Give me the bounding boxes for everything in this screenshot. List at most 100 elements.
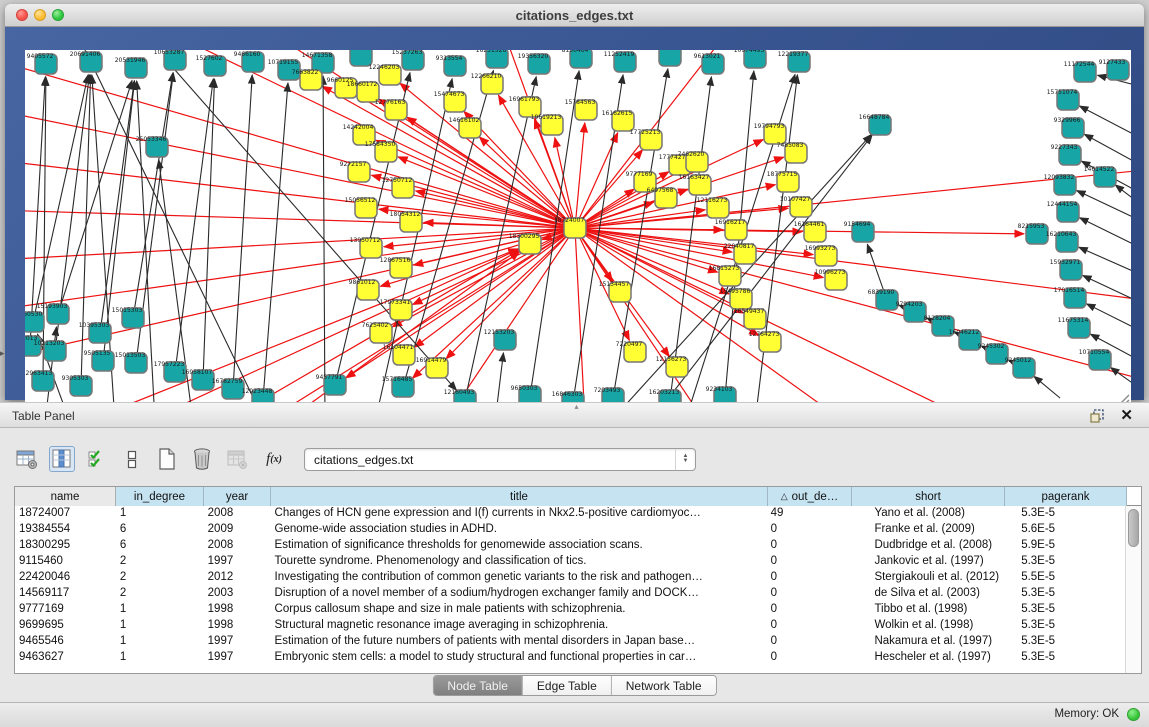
graph-node-19794793[interactable]: 19794793 bbox=[754, 123, 786, 144]
graph-node-15474673[interactable]: 15474673 bbox=[434, 91, 466, 112]
table-body[interactable]: 1872400712008Changes of HCN gene express… bbox=[15, 506, 1125, 673]
tab-edge-table[interactable]: Edge Table bbox=[523, 676, 612, 695]
graph-node-20260530[interactable]: 20260530 bbox=[25, 311, 44, 332]
graph-node-7515526[interactable]: 7515526 bbox=[342, 50, 372, 66]
graph-node-16549437[interactable]: 16549437 bbox=[734, 308, 766, 329]
citation-edge-black[interactable] bbox=[133, 73, 173, 318]
panel-drag-handle[interactable]: ▴ bbox=[575, 402, 579, 411]
graph-node-17016514[interactable]: 17016514 bbox=[1054, 287, 1086, 308]
graph-node-12750712[interactable]: 12750712 bbox=[382, 177, 414, 198]
show-columns-icon[interactable] bbox=[49, 446, 75, 472]
network-canvas[interactable]: 9405572206914062053194610653287152760294… bbox=[25, 50, 1131, 408]
column-header-pagerank[interactable]: pagerank bbox=[1005, 487, 1127, 506]
graph-node-19619213[interactable]: 19619213 bbox=[531, 114, 563, 135]
graph-node-9245012[interactable]: 9245012 bbox=[1005, 357, 1035, 378]
graph-node-9227343[interactable]: 9227343 bbox=[1051, 144, 1081, 165]
graph-node-15134457[interactable]: 15134457 bbox=[599, 281, 631, 302]
graph-node-20531946[interactable]: 20531946 bbox=[115, 57, 147, 78]
citation-network-graph[interactable]: 9405572206914062053194610653287152760294… bbox=[25, 50, 1131, 408]
graph-node-16914479[interactable]: 16914479 bbox=[416, 357, 448, 378]
graph-node-15751074[interactable]: 15751074 bbox=[1047, 89, 1079, 110]
citation-edge-black[interactable] bbox=[1087, 304, 1131, 328]
graph-node-9613021[interactable]: 9613021 bbox=[694, 53, 724, 74]
graph-node-8130464[interactable]: 8130464 bbox=[562, 50, 592, 68]
graph-node-16640910[interactable]: 16640910 bbox=[649, 50, 681, 66]
graph-node-10710554[interactable]: 10710554 bbox=[1079, 349, 1111, 370]
graph-node-14614522[interactable]: 14614522 bbox=[1084, 166, 1116, 187]
citation-edge-black[interactable] bbox=[100, 81, 134, 333]
graph-node-15716485[interactable]: 15716485 bbox=[382, 376, 414, 397]
graph-node-10653287[interactable]: 10653287 bbox=[154, 50, 186, 70]
table-row[interactable]: 911546021997Tourette syndrome. Phenomeno… bbox=[15, 554, 1125, 570]
citation-edge-red[interactable] bbox=[25, 228, 575, 260]
table-row[interactable]: 946362711997Embryonic stem cells: a mode… bbox=[15, 650, 1125, 666]
column-header-out_degree[interactable]: △out_de… bbox=[768, 487, 852, 506]
column-header-in_degree[interactable]: in_degree bbox=[116, 487, 204, 506]
graph-node-22040817[interactable]: 22040817 bbox=[724, 243, 756, 264]
graph-node-9794203[interactable]: 9794203 bbox=[896, 301, 926, 322]
citation-edge-black[interactable] bbox=[1080, 106, 1131, 135]
graph-node-16958107[interactable]: 16958107 bbox=[182, 369, 214, 390]
citation-edge-black[interactable] bbox=[43, 77, 46, 381]
graph-node-7485083[interactable]: 7485083 bbox=[777, 142, 807, 163]
citation-edge-black[interactable] bbox=[1034, 376, 1060, 398]
table-selector-dropdown[interactable]: citations_edges.txt ▲▼ bbox=[304, 448, 696, 471]
citation-edge-red[interactable] bbox=[25, 228, 575, 310]
column-header-short[interactable]: short bbox=[852, 487, 1005, 506]
table-row[interactable]: 969969511998Structural magnetic resonanc… bbox=[15, 618, 1125, 634]
citation-edge-black[interactable] bbox=[495, 353, 503, 408]
new-file-icon[interactable] bbox=[154, 446, 180, 472]
graph-node-18775715[interactable]: 18775715 bbox=[767, 171, 799, 192]
graph-node-15013503[interactable]: 15013503 bbox=[115, 352, 147, 373]
graph-node-12266210[interactable]: 12266210 bbox=[471, 73, 503, 94]
graph-node-9313554[interactable]: 9313554 bbox=[436, 55, 466, 76]
graph-node-9329966[interactable]: 9329966 bbox=[1054, 117, 1084, 138]
graph-node-16163427[interactable]: 16163427 bbox=[679, 174, 711, 195]
graph-node-17973341[interactable]: 17973341 bbox=[380, 299, 412, 320]
graph-node-15932971[interactable]: 15932971 bbox=[1050, 259, 1082, 280]
graph-node-20691406[interactable]: 20691406 bbox=[70, 51, 102, 72]
graph-node-10974493[interactable]: 10974493 bbox=[734, 50, 766, 68]
graph-node-18054312[interactable]: 18054312 bbox=[390, 211, 422, 232]
graph-node-16648784[interactable]: 16648784 bbox=[859, 114, 891, 135]
scrollbar-thumb[interactable] bbox=[1128, 509, 1139, 547]
select-columns-icon[interactable] bbox=[84, 446, 110, 472]
table-row[interactable]: 2242004622012Investigating the contribut… bbox=[15, 570, 1125, 586]
citation-edge-black[interactable] bbox=[233, 75, 252, 389]
table-row[interactable]: 977716911998Corpus callosum shape and si… bbox=[15, 602, 1125, 618]
graph-node-12219377[interactable]: 12219377 bbox=[778, 51, 810, 72]
graph-node-12153203[interactable]: 12153203 bbox=[484, 329, 516, 350]
citation-edge-black[interactable] bbox=[1084, 134, 1131, 162]
table-row[interactable]: 946554611997Estimation of the future num… bbox=[15, 634, 1125, 650]
graph-node-11675314[interactable]: 11675314 bbox=[1058, 317, 1090, 338]
graph-node-9457791[interactable]: 9457791 bbox=[316, 374, 346, 395]
delete-icon[interactable] bbox=[189, 446, 215, 472]
stacked-squares-icon[interactable] bbox=[119, 446, 145, 472]
graph-node-16251526[interactable]: 16251526 bbox=[476, 50, 508, 68]
table-row[interactable]: 1830029562008Estimation of significance … bbox=[15, 538, 1125, 554]
tab-node-table[interactable]: Node Table bbox=[433, 676, 523, 695]
graph-node-10996273[interactable]: 10996273 bbox=[815, 269, 847, 290]
citation-edge-black[interactable] bbox=[175, 79, 213, 372]
citation-edge-red[interactable] bbox=[575, 123, 585, 228]
citation-edge-black[interactable] bbox=[33, 75, 88, 322]
table-scrollbar[interactable] bbox=[1125, 506, 1141, 673]
graph-node-15015303[interactable]: 15015303 bbox=[112, 307, 144, 328]
citation-edge-red[interactable] bbox=[25, 160, 575, 228]
graph-node-16046212[interactable]: 16046212 bbox=[949, 329, 981, 350]
citation-edge-black[interactable] bbox=[203, 79, 215, 380]
column-header-name[interactable]: name bbox=[15, 487, 116, 506]
graph-node-12093832[interactable]: 12093832 bbox=[1044, 174, 1076, 195]
citation-edge-black[interactable] bbox=[1079, 247, 1131, 272]
graph-node-9272157[interactable]: 9272157 bbox=[340, 161, 370, 182]
citation-edge-red[interactable] bbox=[265, 228, 575, 408]
graph-node-16993273[interactable]: 16993273 bbox=[805, 245, 837, 266]
citation-edge-red[interactable] bbox=[575, 228, 823, 277]
graph-node-12867516[interactable]: 12867516 bbox=[380, 257, 412, 278]
tab-network-table[interactable]: Network Table bbox=[612, 676, 716, 695]
graph-node-17725213[interactable]: 17725213 bbox=[630, 129, 662, 150]
citation-edge-black[interactable] bbox=[1111, 368, 1131, 382]
graph-node-16104471[interactable]: 16104471 bbox=[383, 344, 415, 365]
citation-edge-black[interactable] bbox=[1083, 276, 1131, 300]
graph-node-17584350[interactable]: 17584350 bbox=[365, 141, 397, 162]
